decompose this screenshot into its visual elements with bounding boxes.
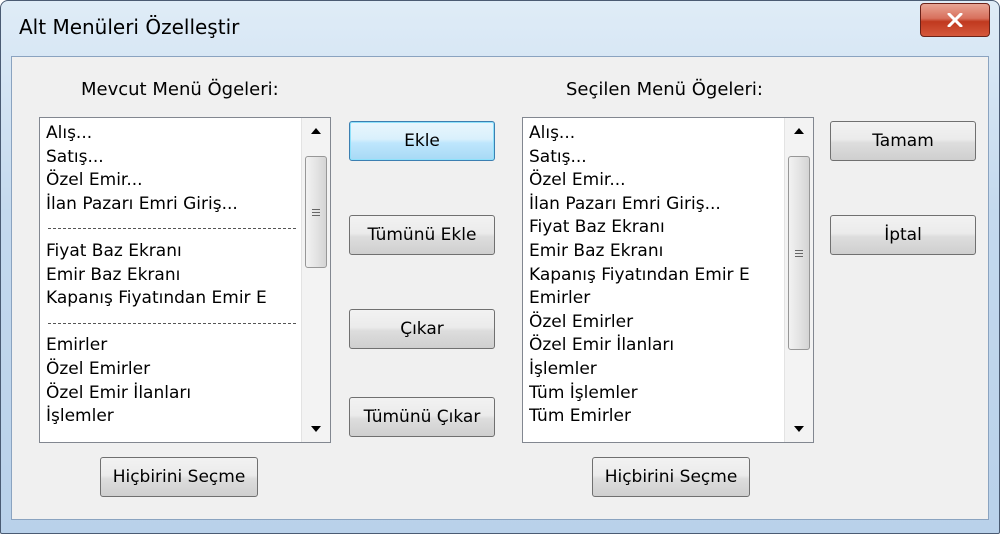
window-title: Alt Menüleri Özelleştir	[19, 15, 240, 39]
cancel-button[interactable]: İptal	[830, 215, 976, 255]
list-item[interactable]: İşlemler	[46, 405, 296, 429]
list-item[interactable]: Kapanış Fiyatından Emir E	[46, 287, 296, 311]
list-item[interactable]: Özel Emir...	[46, 169, 296, 193]
selected-items-list: Alış... Satış... Özel Emir... İlan Pazarı E…	[529, 122, 779, 442]
list-item[interactable]: İlan Pazarı Emri Giriş...	[46, 193, 296, 217]
list-item[interactable]: Emirler	[529, 287, 779, 311]
arrow-up-icon[interactable]	[785, 118, 813, 144]
list-item[interactable]: Özel Emirler	[529, 311, 779, 335]
list-item[interactable]: Özel Emir...	[529, 169, 779, 193]
close-icon	[947, 13, 963, 27]
available-items-list: Alış... Satış... Özel Emir... İlan Pazarı E…	[46, 122, 296, 442]
grip-icon	[312, 207, 320, 218]
list-item[interactable]: Emirler	[46, 334, 296, 358]
available-items-label: Mevcut Menü Ögeleri:	[81, 79, 279, 100]
ok-button[interactable]: Tamam	[830, 121, 976, 161]
title-bar[interactable]: Alt Menüleri Özelleştir	[1, 1, 999, 55]
list-item[interactable]: Fiyat Baz Ekranı	[46, 240, 296, 264]
grip-icon	[795, 248, 803, 259]
list-item[interactable]: Tüm İşlemler	[529, 382, 779, 406]
dialog-window: Alt Menüleri Özelleştir Mevcut Menü Ögel…	[0, 0, 1000, 534]
list-item[interactable]: Özel Emir İlanları	[529, 334, 779, 358]
scroll-thumb[interactable]	[305, 156, 327, 268]
selected-select-none-button[interactable]: Hiçbirini Seçme	[592, 457, 750, 497]
selected-items-label: Seçilen Menü Ögeleri:	[566, 79, 763, 100]
arrow-up-icon[interactable]	[302, 118, 330, 144]
list-item[interactable]: Özel Emir İlanları	[46, 382, 296, 406]
dialog-client-area: Mevcut Menü Ögeleri: Alış... Satış... Özel…	[11, 56, 989, 520]
available-select-none-button[interactable]: Hiçbirini Seçme	[100, 457, 258, 497]
selected-items-listbox[interactable]: Alış... Satış... Özel Emir... İlan Pazarı E…	[522, 117, 814, 443]
list-item[interactable]: Özel Emirler	[46, 358, 296, 382]
list-item[interactable]: Alış...	[529, 122, 779, 146]
scroll-thumb[interactable]	[788, 156, 810, 350]
remove-all-button[interactable]: Tümünü Çıkar	[349, 397, 495, 437]
list-item[interactable]: Tüm Emirler	[529, 405, 779, 429]
list-item[interactable]: Alış...	[46, 122, 296, 146]
available-items-scrollbar[interactable]	[301, 118, 330, 442]
list-item[interactable]: Kapanış Fiyatından Emir E	[529, 264, 779, 288]
arrow-down-icon[interactable]	[785, 416, 813, 442]
remove-button[interactable]: Çıkar	[349, 309, 495, 349]
available-items-listbox[interactable]: Alış... Satış... Özel Emir... İlan Pazarı E…	[39, 117, 331, 443]
arrow-down-icon[interactable]	[302, 416, 330, 442]
close-button[interactable]	[920, 3, 990, 37]
add-all-button[interactable]: Tümünü Ekle	[349, 215, 495, 255]
list-item[interactable]: İlan Pazarı Emri Giriş...	[529, 193, 779, 217]
list-item[interactable]: Emir Baz Ekranı	[529, 240, 779, 264]
list-item[interactable]: Fiyat Baz Ekranı	[529, 216, 779, 240]
selected-items-scrollbar[interactable]	[784, 118, 813, 442]
add-button[interactable]: Ekle	[349, 121, 495, 161]
list-item[interactable]: İşlemler	[529, 358, 779, 382]
list-item[interactable]: Satış...	[529, 146, 779, 170]
list-item[interactable]: Emir Baz Ekranı	[46, 264, 296, 288]
list-separator	[46, 311, 296, 335]
list-separator	[46, 216, 296, 240]
list-item[interactable]: Satış...	[46, 146, 296, 170]
